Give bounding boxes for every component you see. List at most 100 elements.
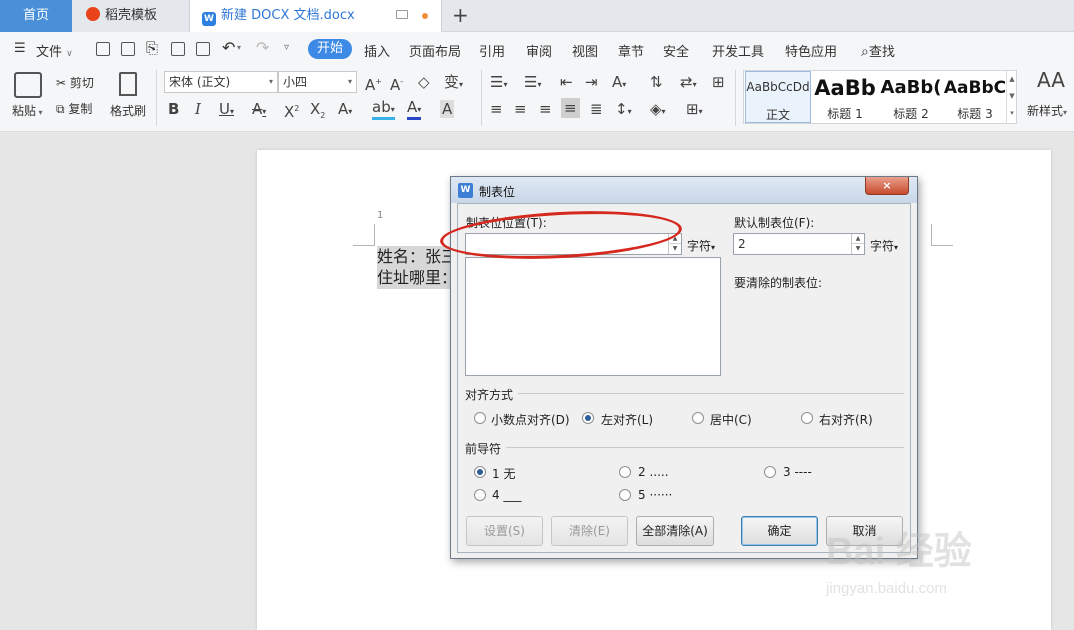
leader-middot-radio[interactable] xyxy=(619,489,631,501)
line-spacing-icon[interactable]: ↕▾ xyxy=(615,100,632,121)
phonetic-guide-icon[interactable]: 变▾ xyxy=(444,73,463,94)
char-shading-icon[interactable]: A xyxy=(440,100,455,118)
window-mode-icon[interactable] xyxy=(396,10,408,19)
menu-review[interactable]: 审阅 xyxy=(526,41,552,60)
undo-icon[interactable]: ↶ xyxy=(222,38,235,57)
borders-icon[interactable]: ⊞▾ xyxy=(686,100,703,121)
tab-stop-list[interactable] xyxy=(465,257,721,376)
style-heading-1[interactable]: AaBb 标题 1 xyxy=(812,71,878,123)
justify-icon[interactable]: ≡ xyxy=(561,98,580,118)
styles-scroll[interactable]: ▲ ▼ ▾ xyxy=(1006,71,1017,123)
leader-dots-label[interactable]: 2 ..... xyxy=(638,465,669,479)
doc-line-name[interactable]: 姓名：张三 xyxy=(377,246,450,268)
leader-none-label[interactable]: 1 无 xyxy=(492,465,515,482)
doc-line-address[interactable]: 住址哪里： xyxy=(377,267,450,289)
align-center-icon[interactable]: ≡ xyxy=(514,100,527,118)
decrease-indent-icon[interactable]: ⇤ xyxy=(560,73,573,91)
paste-icon[interactable] xyxy=(14,72,42,98)
menu-insert[interactable]: 插入 xyxy=(364,41,390,60)
align-left-label[interactable]: 左对齐(L) xyxy=(601,411,653,428)
menu-file[interactable]: 文件 ∨ xyxy=(36,41,73,60)
style-heading-2[interactable]: AaBb( 标题 2 xyxy=(878,71,944,123)
cut-button[interactable]: ✂ 剪切 xyxy=(56,74,94,91)
grow-font-icon[interactable]: A+ xyxy=(365,73,382,94)
menu-special[interactable]: 特色应用 xyxy=(785,41,837,60)
tab-position-unit[interactable]: 字符▾ xyxy=(687,237,715,254)
shrink-font-icon[interactable]: A- xyxy=(390,73,403,94)
change-case-icon[interactable]: A▾ xyxy=(612,73,626,94)
clear-all-button[interactable]: 全部清除(A) xyxy=(636,516,714,546)
font-name-select[interactable]: 宋体 (正文) ▾ xyxy=(164,71,278,93)
redo-icon[interactable]: ↷ xyxy=(256,38,269,57)
align-decimal-label[interactable]: 小数点对齐(D) xyxy=(491,411,570,428)
align-center-radio[interactable] xyxy=(692,412,704,424)
save-icon[interactable] xyxy=(121,42,135,56)
print-icon[interactable] xyxy=(171,42,185,56)
close-button[interactable]: × xyxy=(865,177,909,195)
bold-icon[interactable]: B xyxy=(168,100,179,118)
style-normal[interactable]: AaBbCcDd 正文 xyxy=(745,71,811,123)
open-folder-icon[interactable] xyxy=(96,42,110,56)
default-tab-unit[interactable]: 字符▾ xyxy=(870,237,898,254)
menu-references[interactable]: 引用 xyxy=(479,41,505,60)
numbered-list-icon[interactable]: ☰▾ xyxy=(524,73,541,94)
subscript-icon[interactable]: X2 xyxy=(310,100,325,125)
align-decimal-radio[interactable] xyxy=(474,412,486,424)
format-painter-button[interactable]: 格式刷 xyxy=(110,102,146,119)
leader-none-radio[interactable] xyxy=(474,466,486,478)
menu-page-layout[interactable]: 页面布局 xyxy=(409,41,461,60)
default-tab-input[interactable]: 2 ▲ ▼ xyxy=(733,233,865,255)
menu-view[interactable]: 视图 xyxy=(572,41,598,60)
shading-icon[interactable]: ◈▾ xyxy=(650,100,666,121)
sort-icon[interactable]: ⇅ xyxy=(650,73,663,91)
export-icon[interactable]: ⎘ xyxy=(146,39,158,57)
style-heading-3[interactable]: AaBbC 标题 3 xyxy=(942,71,1008,123)
dialog-titlebar[interactable]: W 制表位 × xyxy=(451,177,917,203)
tab-home[interactable]: 首页 xyxy=(0,0,72,32)
new-style-icon[interactable]: AA xyxy=(1037,70,1065,90)
leader-dashes-label[interactable]: 3 ---- xyxy=(783,465,812,479)
align-right-label[interactable]: 右对齐(R) xyxy=(819,411,873,428)
tab-document[interactable]: W 新建 DOCX 文档.docx xyxy=(190,0,442,32)
menu-developer[interactable]: 开发工具 xyxy=(712,41,764,60)
leader-dots-radio[interactable] xyxy=(619,466,631,478)
text-effect-icon[interactable]: A▾ xyxy=(338,100,352,121)
strikethrough-icon[interactable]: A▾ xyxy=(252,100,266,121)
new-style-button[interactable]: 新样式▾ xyxy=(1027,102,1067,119)
customize-toolbar-icon[interactable]: ▿ xyxy=(284,42,289,53)
spin-down-icon[interactable]: ▼ xyxy=(669,244,681,254)
format-painter-icon[interactable] xyxy=(119,72,137,96)
increase-indent-icon[interactable]: ⇥ xyxy=(585,73,598,91)
align-left-radio[interactable] xyxy=(582,412,594,424)
table-grid-icon[interactable]: ⊞ xyxy=(712,73,725,91)
leader-dashes-radio[interactable] xyxy=(764,466,776,478)
hamburger-icon[interactable]: ☰ xyxy=(14,41,26,56)
ok-button[interactable]: 确定 xyxy=(741,516,818,546)
leader-underline-label[interactable]: 4 ___ xyxy=(492,488,521,502)
leader-middot-label[interactable]: 5 ······ xyxy=(638,488,672,502)
clear-format-icon[interactable]: ◇ xyxy=(418,73,430,91)
paste-button[interactable]: 粘贴 ▾ xyxy=(12,102,43,119)
tab-templates[interactable]: 稻壳模板 xyxy=(72,0,190,32)
search-command[interactable]: ⌕查找 xyxy=(861,41,895,60)
menu-security[interactable]: 安全 xyxy=(663,41,689,60)
undo-dropdown-icon[interactable]: ▾ xyxy=(237,43,241,52)
bullet-list-icon[interactable]: ☰▾ xyxy=(490,73,507,94)
spin-down-icon[interactable]: ▼ xyxy=(852,244,864,254)
copy-button[interactable]: ⧉ 复制 xyxy=(56,100,92,117)
highlight-icon[interactable]: ab▾ xyxy=(372,100,395,120)
underline-icon[interactable]: U▾ xyxy=(219,100,234,121)
superscript-icon[interactable]: X2 xyxy=(284,100,299,121)
italic-icon[interactable]: I xyxy=(195,100,201,118)
print-preview-icon[interactable] xyxy=(196,42,210,56)
align-right-icon[interactable]: ≡ xyxy=(539,100,552,118)
align-right-radio[interactable] xyxy=(801,412,813,424)
menu-start[interactable]: 开始 xyxy=(308,39,352,59)
font-size-select[interactable]: 小四 ▾ xyxy=(278,71,357,93)
set-button[interactable]: 设置(S) xyxy=(466,516,543,546)
leader-underline-radio[interactable] xyxy=(474,489,486,501)
default-tab-spinner[interactable]: ▲ ▼ xyxy=(851,234,864,254)
distribute-icon[interactable]: ≣ xyxy=(590,100,603,118)
clear-button[interactable]: 清除(E) xyxy=(551,516,628,546)
spin-up-icon[interactable]: ▲ xyxy=(852,234,864,244)
